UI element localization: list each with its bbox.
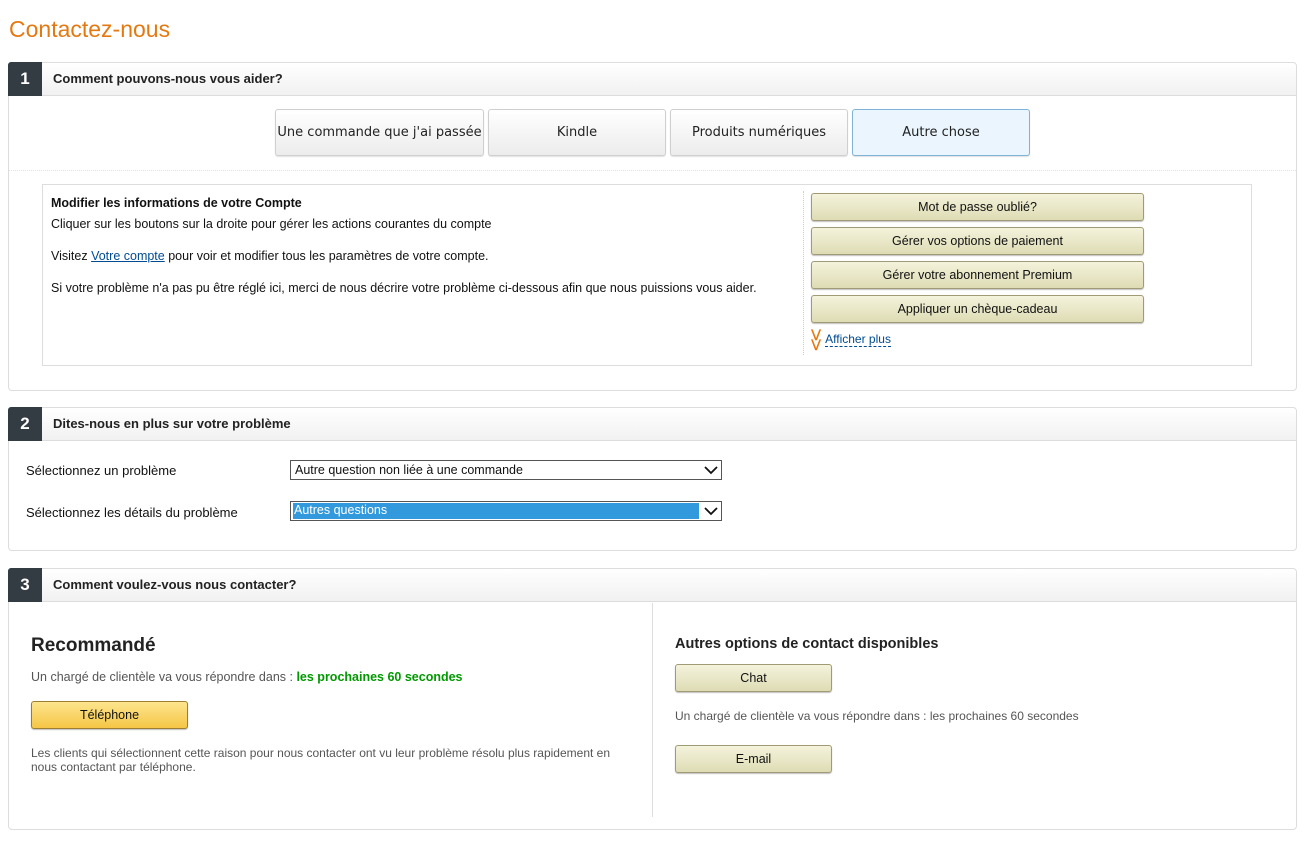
step2-number: 2 bbox=[8, 407, 42, 441]
column-divider bbox=[652, 603, 653, 817]
your-account-link[interactable]: Votre compte bbox=[91, 249, 165, 263]
account-info-line1: Cliquer sur les boutons sur la droite po… bbox=[51, 217, 492, 231]
chevron-down-icon bbox=[704, 466, 718, 475]
category-row: Une commande que j'ai passée Kindle Prod… bbox=[9, 109, 1296, 171]
recommended-title: Recommandé bbox=[31, 635, 156, 656]
manage-premium-button[interactable]: Gérer votre abonnement Premium bbox=[811, 261, 1144, 289]
visit-prefix: Visitez bbox=[51, 249, 92, 263]
wait-time: les prochaines 60 secondes bbox=[296, 670, 463, 684]
phone-button[interactable]: Téléphone bbox=[31, 701, 188, 729]
details-label: Sélectionnez les détails du problème bbox=[26, 505, 238, 520]
category-kindle-button[interactable]: Kindle bbox=[488, 109, 666, 156]
details-select-value: Autres questions bbox=[293, 503, 699, 519]
details-select[interactable]: Autres questions bbox=[290, 501, 722, 521]
recommended-note: Les clients qui sélectionnent cette rais… bbox=[31, 746, 611, 774]
category-digital-button[interactable]: Produits numériques bbox=[670, 109, 848, 156]
visit-suffix: pour voir et modifier tous les paramètre… bbox=[164, 249, 489, 263]
chevron-down-icon bbox=[704, 507, 718, 516]
problem-label: Sélectionnez un problème bbox=[26, 463, 177, 478]
step2-section: 2 Dites-nous en plus sur votre problème … bbox=[8, 407, 1297, 551]
recommended-wait: Un chargé de clientèle va vous répondre … bbox=[31, 670, 463, 684]
step1-number: 1 bbox=[8, 62, 42, 96]
account-info-visit: Visitez Votre compte pour voir et modifi… bbox=[51, 248, 801, 264]
manage-payment-button[interactable]: Gérer vos options de paiement bbox=[811, 227, 1144, 255]
account-info-line3: Si votre problème n'a pas pu être réglé … bbox=[51, 281, 757, 295]
apply-gift-card-button[interactable]: Appliquer un chèque-cadeau bbox=[811, 295, 1144, 323]
account-info-heading: Modifier les informations de votre Compt… bbox=[51, 196, 302, 210]
info-divider bbox=[803, 191, 804, 355]
page-title: Contactez-nous bbox=[9, 16, 171, 42]
step3-section: 3 Comment voulez-vous nous contacter? Re… bbox=[8, 568, 1297, 830]
account-info-box: Modifier les informations de votre Compt… bbox=[42, 184, 1252, 366]
step2-header: 2 Dites-nous en plus sur votre problème bbox=[8, 407, 1296, 441]
category-other-button[interactable]: Autre chose bbox=[852, 109, 1030, 156]
step1-title: Comment pouvons-nous vous aider? bbox=[53, 71, 283, 86]
problem-select[interactable]: Autre question non liée à une commande bbox=[290, 460, 722, 480]
chat-wait: Un chargé de clientèle va vous répondre … bbox=[675, 709, 1079, 723]
email-button[interactable]: E-mail bbox=[675, 745, 832, 773]
other-options-title: Autres options de contact disponibles bbox=[675, 636, 939, 652]
show-more[interactable]: ⋁ ⋁ Afficher plus bbox=[811, 327, 891, 351]
step2-title: Dites-nous en plus sur votre problème bbox=[53, 416, 291, 431]
step3-number: 3 bbox=[8, 568, 42, 602]
step3-title: Comment voulez-vous nous contacter? bbox=[53, 577, 297, 592]
problem-select-value: Autre question non liée à une commande bbox=[295, 463, 523, 477]
double-chevron-down-icon: ⋁ ⋁ bbox=[811, 327, 822, 351]
chat-button[interactable]: Chat bbox=[675, 664, 832, 692]
step3-header: 3 Comment voulez-vous nous contacter? bbox=[8, 568, 1296, 602]
forgot-password-button[interactable]: Mot de passe oublié? bbox=[811, 193, 1144, 221]
category-order-button[interactable]: Une commande que j'ai passée bbox=[275, 109, 484, 156]
account-info-text: Modifier les informations de votre Compt… bbox=[51, 195, 801, 296]
wait-prefix: Un chargé de clientèle va vous répondre … bbox=[31, 670, 297, 684]
show-more-link[interactable]: Afficher plus bbox=[825, 332, 891, 347]
step1-header: 1 Comment pouvons-nous vous aider? bbox=[8, 62, 1296, 96]
step1-section: 1 Comment pouvons-nous vous aider? Une c… bbox=[8, 62, 1297, 391]
